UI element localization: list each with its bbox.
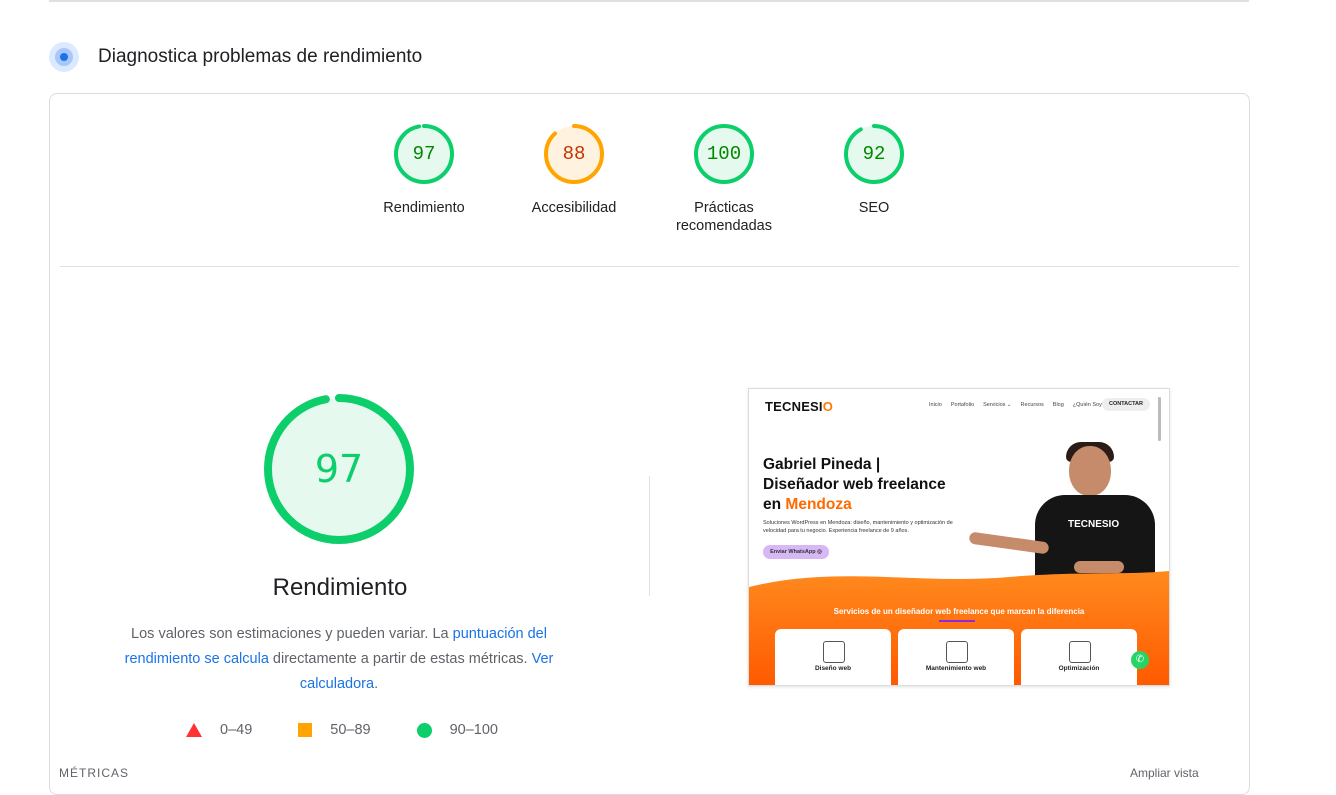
gauge-ring: 100 xyxy=(693,123,755,185)
gauge-label: SEO xyxy=(858,200,890,216)
design-icon xyxy=(823,641,845,663)
gauge-practicas[interactable]: 100 Prácticas recomendadas xyxy=(664,123,784,235)
gauge-score: 88 xyxy=(562,143,586,165)
optimization-icon xyxy=(1069,641,1091,663)
final-screenshot[interactable]: TECNESIO Inicio Portafolio Servicios ⌄ R… xyxy=(748,388,1170,686)
legend-pass: 90–100 xyxy=(416,722,498,738)
gauge-label: Prácticas recomendadas xyxy=(676,200,772,234)
vertical-divider xyxy=(649,476,650,596)
description-text: Los valores son estimaciones y pueden va… xyxy=(131,626,453,642)
expand-view-link[interactable]: Ampliar vista xyxy=(1130,766,1199,780)
section-header: Diagnostica problemas de rendimiento xyxy=(49,42,422,72)
legend-fail: 0–49 xyxy=(186,722,252,738)
performance-title: Rendimiento xyxy=(272,574,408,601)
description-text: . xyxy=(374,676,379,692)
nav-item: ¿Quién Soy? xyxy=(1072,402,1105,408)
nav-item: Inicio xyxy=(929,402,942,408)
legend-range: 90–100 xyxy=(449,722,498,738)
circle-icon xyxy=(416,722,432,738)
gauge-ring: 97 xyxy=(393,123,455,185)
report-card: 97 Rendimiento 88 Accesibilidad 100 Prác… xyxy=(49,93,1250,795)
service-card: Mantenimiento web xyxy=(898,629,1014,685)
triangle-icon xyxy=(186,723,202,737)
gauge-score: 92 xyxy=(862,143,886,165)
gauge-accesibilidad[interactable]: 88 Accesibilidad xyxy=(514,123,634,217)
services-heading: Servicios de un diseñador web freelance … xyxy=(833,607,1085,616)
score-legend: 0–49 50–89 90–100 xyxy=(186,722,544,738)
diagnostic-icon xyxy=(49,42,79,72)
site-whatsapp-button: Enviar WhatsApp ◎ xyxy=(763,545,829,559)
maintenance-icon xyxy=(946,641,968,663)
nav-item: Blog xyxy=(1052,402,1064,408)
site-headline: Gabriel Pineda | Diseñador web freelance… xyxy=(763,456,946,513)
performance-score: 97 xyxy=(314,447,364,491)
metrics-label: MÉTRICAS xyxy=(59,766,130,780)
shirt-text: TECNESIO xyxy=(1068,519,1120,530)
section-title: Diagnostica problemas de rendimiento xyxy=(98,46,423,67)
nav-item: Portafolio xyxy=(950,402,975,408)
top-divider xyxy=(49,0,1249,2)
score-gauges: 97 Rendimiento 88 Accesibilidad 100 Prác… xyxy=(50,94,1249,266)
gauges-divider xyxy=(60,266,1239,267)
gauge-score: 100 xyxy=(706,143,742,165)
site-subtext: Soluciones WordPress en Mendoza: diseño,… xyxy=(763,520,953,534)
description-text: directamente a partir de estas métricas. xyxy=(268,651,532,667)
performance-description: Los valores son estimaciones y pueden va… xyxy=(105,622,573,697)
person-head xyxy=(1069,446,1111,496)
site-scrollbar xyxy=(1158,397,1161,441)
legend-range: 0–49 xyxy=(220,722,253,738)
gauge-ring: 92 xyxy=(843,123,905,185)
service-card: Optimización xyxy=(1021,629,1137,685)
site-nav: Inicio Portafolio Servicios ⌄ Recursos B… xyxy=(929,402,1114,408)
site-contact-button: CONTACTAR xyxy=(1102,398,1150,411)
site-logo: TECNESIO xyxy=(765,399,834,414)
services-underline xyxy=(939,620,975,622)
legend-range: 50–89 xyxy=(330,722,371,738)
legend-average: 50–89 xyxy=(298,722,371,738)
gauge-score: 97 xyxy=(412,143,436,165)
gauge-seo[interactable]: 92 SEO xyxy=(814,123,934,217)
nav-item: Servicios ⌄ xyxy=(983,402,1012,408)
whatsapp-icon: ✆ xyxy=(1131,651,1149,669)
gauge-ring: 88 xyxy=(543,123,605,185)
gauge-label: Rendimiento xyxy=(383,200,465,216)
person-arm xyxy=(1074,561,1124,573)
gauge-label: Accesibilidad xyxy=(531,200,617,216)
performance-gauge: 97 xyxy=(262,392,416,546)
service-card: Diseño web xyxy=(775,629,891,685)
nav-item: Recursos xyxy=(1020,402,1044,408)
square-icon xyxy=(298,723,313,737)
gauge-rendimiento[interactable]: 97 Rendimiento xyxy=(364,123,484,217)
